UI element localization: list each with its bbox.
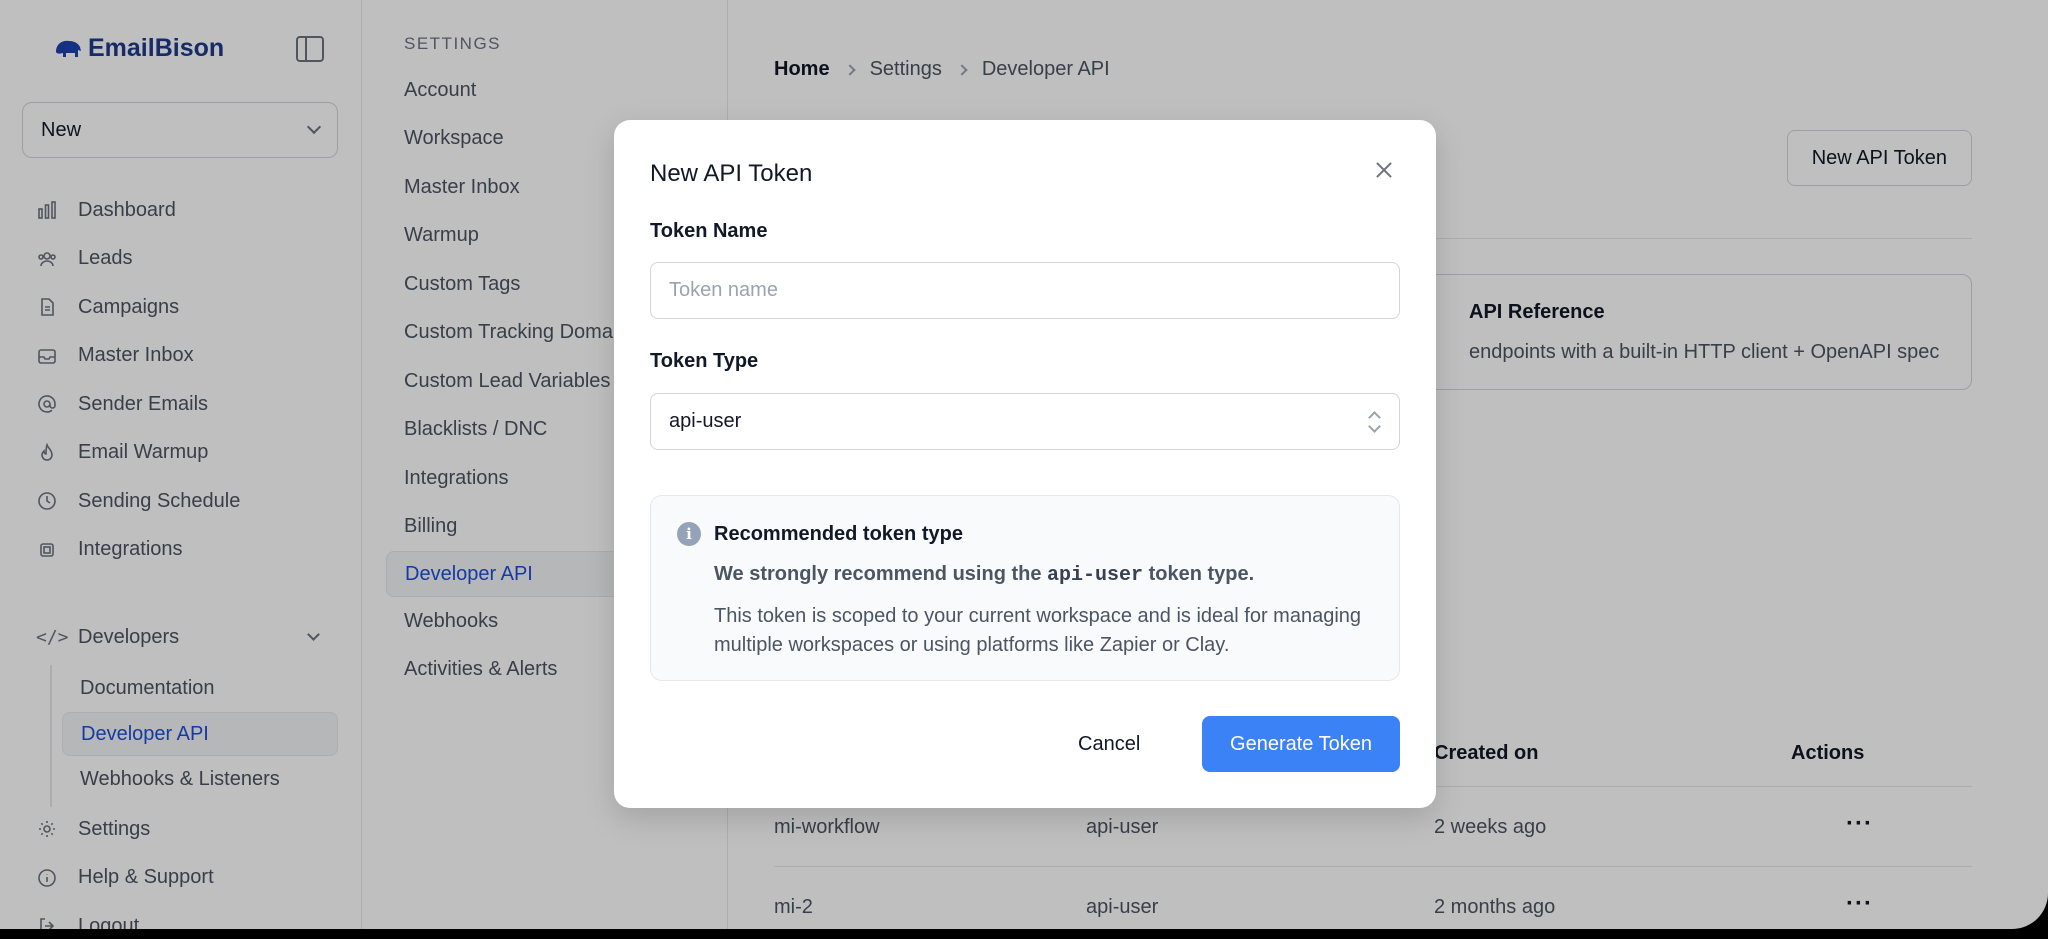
- app-window: EmailBison New Dashboard Leads Campaigns…: [0, 0, 2048, 929]
- token-type-select[interactable]: api-user: [650, 393, 1400, 450]
- callout-body: This token is scoped to your current wor…: [714, 605, 1362, 656]
- close-icon[interactable]: [1370, 156, 1398, 184]
- callout-token-type-code: api-user: [1047, 564, 1144, 587]
- generate-token-button[interactable]: Generate Token: [1202, 716, 1400, 772]
- callout-title: Recommended token type: [714, 523, 963, 545]
- callout-strong-prefix: We strongly recommend using the: [714, 563, 1042, 585]
- new-api-token-modal: New API Token Token Name Token Type api-…: [614, 120, 1436, 808]
- token-type-value: api-user: [669, 410, 742, 432]
- cancel-button[interactable]: Cancel: [1058, 716, 1160, 772]
- token-name-label: Token Name: [650, 220, 768, 242]
- token-name-input[interactable]: [650, 262, 1400, 319]
- callout-recommendation: We strongly recommend using the api-user…: [714, 563, 1254, 587]
- callout-strong-suffix: token type.: [1148, 563, 1255, 585]
- chevron-up-down-icon: [1367, 410, 1381, 434]
- modal-title: New API Token: [650, 160, 813, 187]
- info-icon: i: [677, 522, 701, 546]
- token-type-label: Token Type: [650, 350, 759, 372]
- recommendation-callout: i Recommended token type We strongly rec…: [650, 495, 1400, 681]
